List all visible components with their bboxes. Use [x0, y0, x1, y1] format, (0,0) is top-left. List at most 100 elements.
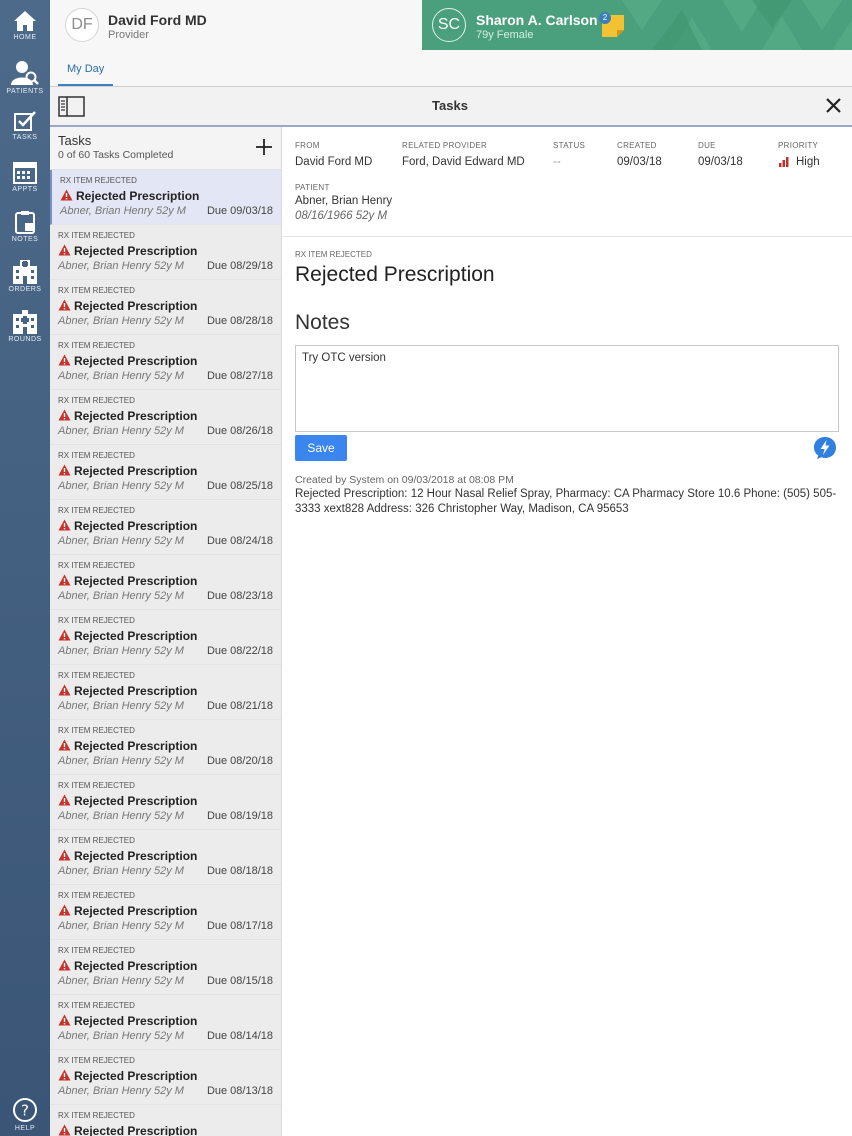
- warning-icon: [58, 244, 71, 256]
- warning-icon: [58, 904, 71, 916]
- task-due-date: Due 08/29/18: [206, 260, 273, 272]
- detail-patient-name[interactable]: Abner, Brian Henry: [295, 195, 392, 207]
- tab-my-day[interactable]: My Day: [67, 63, 104, 75]
- task-type: RX ITEM REJECTED: [58, 946, 135, 955]
- task-row[interactable]: RX ITEM REJECTED Rejected Prescription Abn…: [50, 830, 281, 885]
- task-title: Rejected Prescription: [74, 849, 198, 863]
- nav-home[interactable]: HOME: [0, 0, 50, 50]
- task-patient: Abner, Brian Henry 52y M: [58, 975, 184, 987]
- task-patient: Abner, Brian Henry 52y M: [58, 260, 184, 272]
- notes-textarea[interactable]: Try OTC version: [295, 345, 839, 432]
- task-due-date: Due 09/03/18: [206, 205, 273, 217]
- task-type: RX ITEM REJECTED: [58, 561, 135, 570]
- task-patient: Abner, Brian Henry 52y M: [58, 645, 184, 657]
- rounds-icon: [13, 310, 37, 334]
- due-value[interactable]: 09/03/18: [698, 156, 743, 168]
- meta-divider: [282, 236, 852, 237]
- status-label: STATUS: [553, 141, 586, 150]
- calendar-icon: [13, 162, 37, 184]
- task-rows: RX ITEM REJECTED Rejected Prescription Abn…: [50, 170, 281, 1136]
- nav-rail: HOME PATIENTS TASKS APPTS NOTES ORDERS R…: [0, 0, 50, 1136]
- warning-icon: [58, 574, 71, 586]
- task-description: Rejected Prescription: 12 Hour Nasal Rel…: [295, 488, 837, 515]
- home-icon: [14, 11, 36, 31]
- task-due-date: Due 08/20/18: [206, 755, 273, 767]
- task-row[interactable]: RX ITEM REJECTED Rejected Prescription Abn…: [50, 885, 281, 940]
- task-due-date: Due 08/18/18: [206, 865, 273, 877]
- panel-title: Tasks: [432, 98, 468, 113]
- task-due-date: Due 08/21/18: [206, 700, 273, 712]
- task-row[interactable]: RX ITEM REJECTED Rejected Prescription Abn…: [50, 280, 281, 335]
- nav-help[interactable]: ? HELP: [0, 1087, 50, 1136]
- task-row[interactable]: RX ITEM REJECTED Rejected Prescription Abn…: [50, 445, 281, 500]
- task-type: RX ITEM REJECTED: [58, 341, 135, 350]
- provider-role: Provider: [108, 29, 149, 41]
- patients-icon: [11, 61, 39, 85]
- task-row[interactable]: RX ITEM REJECTED Rejected Prescription Abn…: [50, 1050, 281, 1105]
- from-label: FROM: [295, 141, 320, 150]
- task-row[interactable]: RX ITEM REJECTED Rejected Prescription Abn…: [50, 225, 281, 280]
- warning-icon: [58, 354, 71, 366]
- provider-header[interactable]: DF David Ford MD Provider: [50, 0, 422, 50]
- warning-icon: [58, 684, 71, 696]
- warning-icon: [60, 189, 73, 201]
- task-patient: Abner, Brian Henry 52y M: [58, 810, 184, 822]
- task-title: Rejected Prescription: [74, 629, 198, 643]
- quick-text-bolt-icon[interactable]: [813, 436, 837, 460]
- task-title: Rejected Prescription: [76, 189, 200, 203]
- task-type: RX ITEM REJECTED: [58, 671, 135, 680]
- task-row[interactable]: RX ITEM REJECTED Rejected Prescription Abn…: [50, 775, 281, 830]
- task-title: Rejected Prescription: [74, 409, 198, 423]
- warning-icon: [58, 794, 71, 806]
- detail-task-title: Rejected Prescription: [295, 263, 495, 286]
- nav-patients-label: PATIENTS: [6, 88, 44, 95]
- task-row[interactable]: RX ITEM REJECTED Rejected Prescription Abn…: [50, 665, 281, 720]
- nav-rounds[interactable]: ROUNDS: [0, 300, 50, 350]
- task-due-date: Due 08/13/18: [206, 1085, 273, 1097]
- related-provider-label: RELATED PROVIDER: [402, 141, 488, 150]
- nav-notes[interactable]: NOTES: [0, 200, 50, 250]
- warning-icon: [58, 409, 71, 421]
- task-row[interactable]: RX ITEM REJECTED Rejected Prescription Abn…: [50, 995, 281, 1050]
- task-title: Rejected Prescription: [74, 1069, 198, 1083]
- task-title: Rejected Prescription: [74, 244, 198, 258]
- task-row[interactable]: RX ITEM REJECTED Rejected Prescription Abn…: [50, 555, 281, 610]
- nav-appts[interactable]: APPTS: [0, 150, 50, 200]
- task-row[interactable]: RX ITEM REJECTED Rejected Prescription Abn…: [50, 940, 281, 995]
- task-title: Rejected Prescription: [74, 299, 198, 313]
- task-row[interactable]: RX ITEM REJECTED Rejected Prescription Abn…: [50, 610, 281, 665]
- patient-info: 79y Female: [476, 29, 534, 41]
- patient-banner[interactable]: SC Sharon A. Carlson 79y Female 2: [422, 0, 852, 50]
- task-list-progress: 0 of 60 Tasks Completed: [58, 149, 174, 161]
- add-task-icon[interactable]: [255, 138, 273, 156]
- task-patient: Abner, Brian Henry 52y M: [58, 755, 184, 767]
- task-row[interactable]: RX ITEM REJECTED Rejected Prescription Abn…: [50, 720, 281, 775]
- task-title: Rejected Prescription: [74, 574, 198, 588]
- task-patient: Abner, Brian Henry 52y M: [58, 315, 184, 327]
- created-by-text: Created by System on 09/03/2018 at 08:08…: [295, 474, 514, 486]
- created-label: CREATED: [617, 141, 657, 150]
- status-value[interactable]: --: [553, 156, 561, 168]
- task-patient: Abner, Brian Henry 52y M: [58, 920, 184, 932]
- orders-icon: [13, 260, 37, 284]
- task-row[interactable]: RX ITEM REJECTED Rejected Prescription: [50, 1105, 281, 1136]
- task-due-date: Due 08/26/18: [206, 425, 273, 437]
- task-title: Rejected Prescription: [74, 904, 198, 918]
- nav-orders-label: ORDERS: [8, 286, 42, 293]
- notes-heading: Notes: [295, 311, 350, 334]
- nav-tasks[interactable]: TASKS: [0, 100, 50, 150]
- related-provider-value[interactable]: Ford, David Edward MD: [402, 156, 525, 168]
- close-icon[interactable]: [826, 98, 841, 113]
- priority-value[interactable]: High: [796, 156, 820, 168]
- task-type: RX ITEM REJECTED: [58, 396, 135, 405]
- task-title: Rejected Prescription: [74, 519, 198, 533]
- task-patient: Abner, Brian Henry 52y M: [58, 425, 184, 437]
- save-button[interactable]: Save: [295, 435, 347, 461]
- task-row[interactable]: RX ITEM REJECTED Rejected Prescription Abn…: [50, 335, 281, 390]
- nav-orders[interactable]: ORDERS: [0, 250, 50, 300]
- task-title: Rejected Prescription: [74, 1014, 198, 1028]
- nav-patients[interactable]: PATIENTS: [0, 50, 50, 100]
- task-row[interactable]: RX ITEM REJECTED Rejected Prescription Abn…: [50, 390, 281, 445]
- task-row[interactable]: RX ITEM REJECTED Rejected Prescription Abn…: [50, 500, 281, 555]
- task-row[interactable]: RX ITEM REJECTED Rejected Prescription Abn…: [50, 170, 281, 225]
